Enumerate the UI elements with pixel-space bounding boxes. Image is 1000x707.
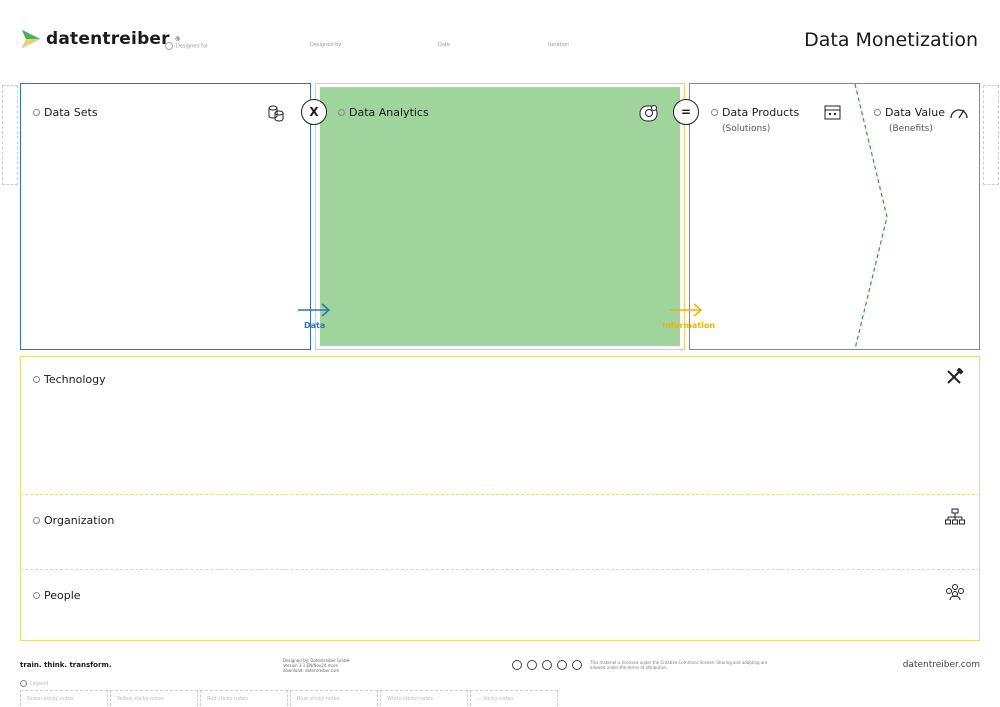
- data-sets-label: Data Sets: [44, 106, 98, 119]
- org-chart-icon: [945, 508, 965, 525]
- tools-icon: [947, 368, 964, 384]
- meta-iteration[interactable]: Iteration: [548, 42, 569, 48]
- legend-item-green[interactable]: Green sticky notes: [20, 690, 108, 706]
- page-title: Data Monetization: [804, 29, 978, 51]
- meta-designed-for[interactable]: Designed for: [165, 42, 208, 50]
- data-sets-title: Data Sets: [33, 106, 98, 119]
- organization-divider: [20, 494, 980, 495]
- number-badge: [33, 109, 40, 116]
- data-products-title: Data Products: [711, 106, 799, 119]
- people-label: People: [44, 589, 81, 602]
- technology-title[interactable]: Technology: [33, 373, 106, 386]
- right-side-tab: [983, 85, 999, 185]
- coins-stack-icon: [268, 105, 284, 122]
- legend-item-red[interactable]: Red sticky notes: [200, 690, 288, 706]
- legend-item-white[interactable]: White sticky notes: [380, 690, 468, 706]
- information-flow-label: Information: [662, 321, 716, 330]
- people-icon: [946, 584, 964, 601]
- data-analytics-title: Data Analytics: [338, 106, 429, 119]
- nc-icon: [557, 660, 567, 670]
- sa-icon: [542, 660, 552, 670]
- multiply-operator: X: [301, 99, 327, 125]
- organization-title[interactable]: Organization: [33, 514, 114, 527]
- logo-text: datentreiber: [46, 29, 170, 49]
- value-divider: [854, 84, 888, 349]
- website-link[interactable]: datentreiber.com: [903, 660, 980, 670]
- data-analytics-label: Data Analytics: [349, 106, 429, 119]
- people-divider: [20, 569, 980, 570]
- number-badge: [20, 680, 27, 687]
- number-badge: [33, 592, 40, 599]
- by-icon: [527, 660, 537, 670]
- data-analytics-panel[interactable]: [320, 87, 680, 346]
- data-products-sublabel: (Solutions): [722, 124, 771, 134]
- calendar-icon: [824, 105, 841, 120]
- gears-icon: [639, 105, 658, 122]
- number-badge: [33, 376, 40, 383]
- data-value-title: Data Value: [874, 106, 945, 119]
- equals-operator: =: [673, 99, 699, 125]
- organization-label: Organization: [44, 514, 115, 527]
- data-value-label: Data Value: [885, 106, 945, 119]
- license-text: This material is licensed under the Crea…: [590, 660, 768, 670]
- people-title[interactable]: People: [33, 589, 81, 602]
- data-value-sublabel: (Benefits): [889, 124, 933, 134]
- credit-text: Designed by: Datentreiber GmbH Version 3…: [283, 658, 350, 673]
- enablers-panel: [20, 356, 980, 641]
- license-icon: [572, 660, 582, 670]
- legend-item-other[interactable]: ... sticky notes: [470, 690, 558, 706]
- logo-arrow-icon: [22, 30, 40, 48]
- legend-title: Legend: [20, 680, 48, 687]
- speedometer-icon: [950, 109, 968, 119]
- number-badge: [338, 109, 345, 116]
- data-products-label: Data Products: [722, 106, 800, 119]
- meta-designed-by[interactable]: Designed by: [310, 42, 341, 48]
- datentreiber-logo: datentreiber ®: [20, 28, 181, 50]
- left-side-tab: [2, 85, 18, 185]
- meta-date[interactable]: Date: [438, 42, 450, 48]
- data-flow-label: Data: [304, 321, 326, 330]
- legend-item-blue[interactable]: Blue sticky notes: [290, 690, 378, 706]
- number-badge: [711, 109, 718, 116]
- data-sets-panel[interactable]: [20, 83, 311, 350]
- license-icons: [512, 660, 582, 670]
- data-arrow-icon: [298, 303, 331, 317]
- slogan: train. think. transform.: [20, 661, 112, 669]
- technology-label: Technology: [44, 373, 106, 386]
- legend-item-yellow[interactable]: Yellow sticky notes: [110, 690, 198, 706]
- cc-icon: [512, 660, 522, 670]
- number-badge: [33, 517, 40, 524]
- number-badge: [874, 109, 881, 116]
- information-arrow-icon: [670, 303, 703, 317]
